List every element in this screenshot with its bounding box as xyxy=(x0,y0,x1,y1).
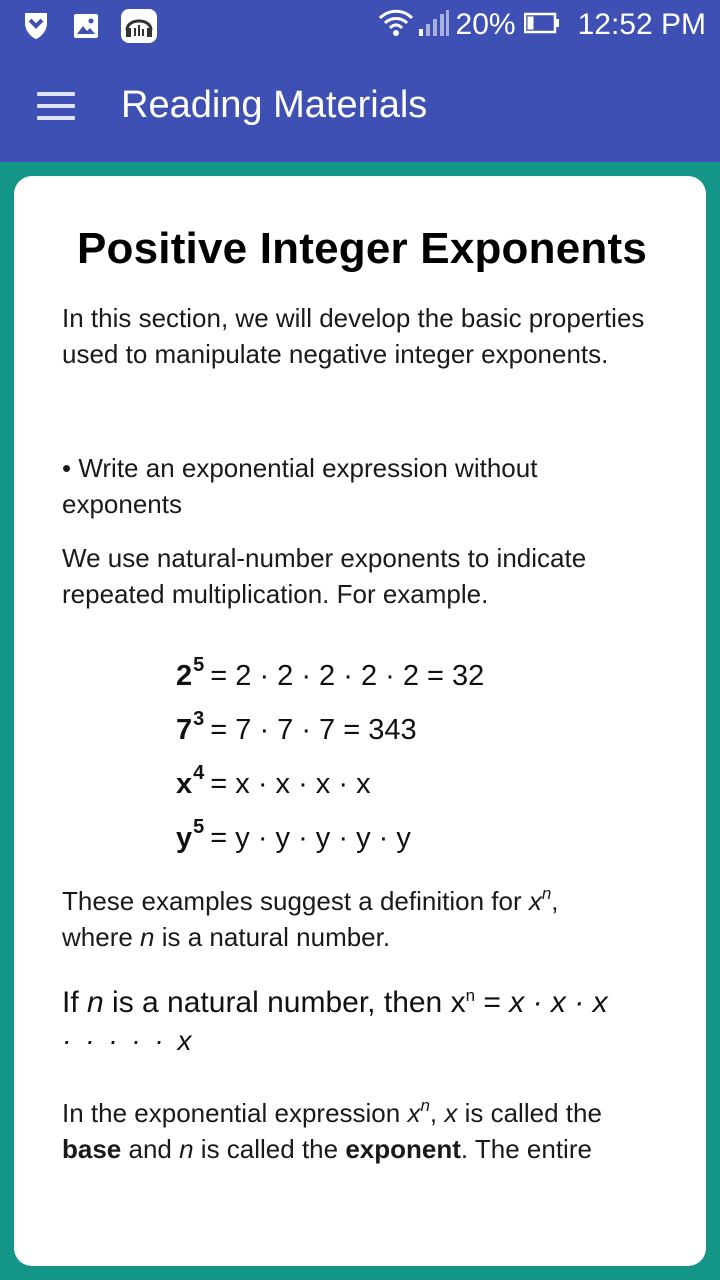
expression-paragraph: In the exponential expression xn, x is c… xyxy=(62,1096,602,1164)
example-row: x4 = x · x · x · x xyxy=(176,762,371,800)
headphones-app-icon xyxy=(120,8,158,44)
clock: 12:52 PM xyxy=(577,8,706,41)
article-title: Positive Integer Exponents xyxy=(76,224,647,273)
reading-card[interactable]: Positive Integer Exponents In this secti… xyxy=(14,176,706,1266)
notification-icons xyxy=(20,8,176,44)
app-title: Reading Materials xyxy=(121,84,428,126)
lead-paragraph: We use natural-number exponents to indic… xyxy=(62,543,587,609)
example-row: 25 = 2 · 2 · 2 · 2 · 2 = 32 xyxy=(176,654,485,692)
signal-icon xyxy=(418,9,450,41)
hamburger-icon xyxy=(37,92,75,96)
battery-percent: 20% xyxy=(455,8,516,41)
app-bar: Reading Materials xyxy=(0,50,720,162)
bullet-item: • Write an exponential expression withou… xyxy=(62,453,538,519)
menu-button[interactable] xyxy=(30,80,82,132)
shield-icon xyxy=(20,10,52,42)
suggest-paragraph: These examples suggest a definition for … xyxy=(62,884,559,952)
image-icon xyxy=(70,10,102,42)
system-indicators: 20% 12:52 PM xyxy=(378,6,706,44)
intro-paragraph: In this section, we will develop the bas… xyxy=(62,303,645,369)
status-bar: 20% 12:52 PM xyxy=(0,0,720,50)
example-row: 73 = 7 · 7 · 7 = 343 xyxy=(176,708,417,746)
definition-paragraph: If n is a natural number, then xn = x · … xyxy=(62,986,608,1056)
article-content: Positive Integer Exponents In this secti… xyxy=(62,224,662,1185)
example-row: y5 = y · y · y · y · y xyxy=(176,816,411,854)
battery-icon xyxy=(523,12,560,38)
examples-block: 25 = 2 · 2 · 2 · 2 · 2 = 32 73 = 7 · 7 · 7… xyxy=(176,638,662,854)
wifi-icon xyxy=(378,8,414,42)
